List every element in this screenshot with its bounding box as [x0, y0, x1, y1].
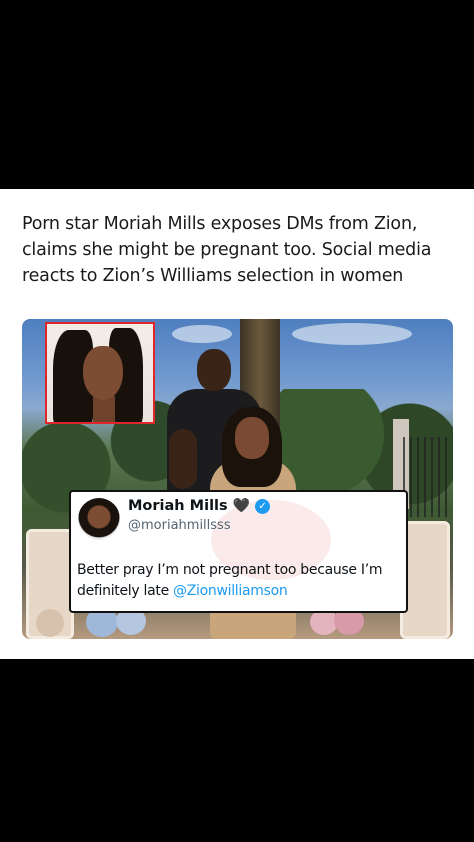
embedded-tweet[interactable]: Moriah Mills 🖤 ✓ @moriahmillsss Better p…: [69, 490, 408, 613]
post-photo[interactable]: Moriah Mills 🖤 ✓ @moriahmillsss Better p…: [22, 319, 453, 639]
cloud: [292, 323, 412, 345]
inset-portrait: [45, 322, 155, 424]
mention-link[interactable]: @Zionwilliamson: [173, 583, 288, 599]
tweet-text: Better pray I’m not pregnant too because…: [77, 560, 407, 602]
verified-badge-icon: ✓: [255, 498, 271, 514]
tweet-author-name[interactable]: Moriah Mills 🖤 ✓: [128, 498, 271, 514]
author-name-text: Moriah Mills: [128, 498, 228, 514]
post-card: Porn star Moriah Mills exposes DMs from …: [0, 189, 474, 659]
avatar[interactable]: [78, 498, 120, 540]
post-headline: Porn star Moriah Mills exposes DMs from …: [22, 214, 432, 286]
tweet-handle[interactable]: @moriahmillsss: [128, 518, 231, 533]
cloud: [172, 325, 232, 343]
black-heart-icon: 🖤: [232, 498, 251, 514]
iron-fence: [403, 437, 447, 517]
